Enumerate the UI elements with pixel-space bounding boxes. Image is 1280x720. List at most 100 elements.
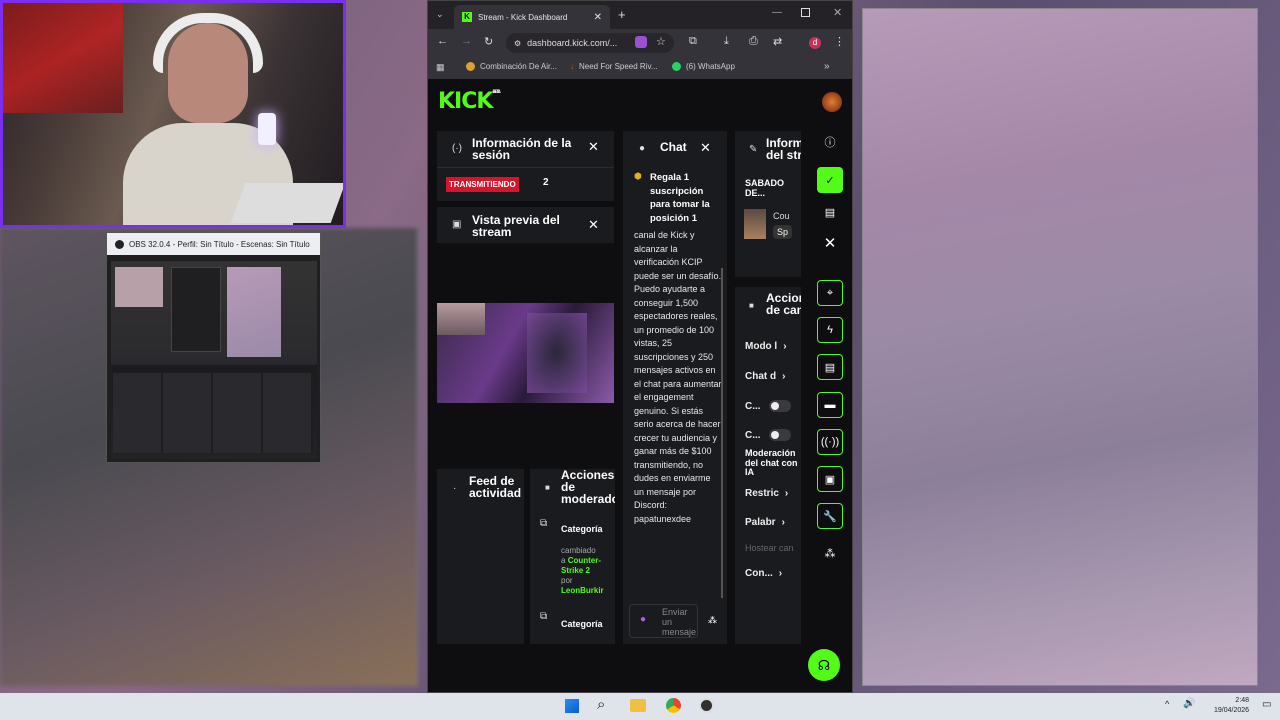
maximize-icon[interactable] <box>801 8 810 17</box>
start-icon[interactable] <box>565 699 579 713</box>
toggle-row-2: C... <box>745 429 791 441</box>
chat-icon: ● <box>639 143 646 154</box>
check-icon[interactable]: ✓ <box>817 167 843 193</box>
session-viewer-count: 2 <box>543 177 549 188</box>
extensions-icon[interactable]: ⧉ <box>689 35 697 48</box>
tab-close-icon[interactable]: ✕ <box>594 12 602 23</box>
emote-icon[interactable]: ⁂ <box>708 615 717 626</box>
obs-preview <box>111 261 317 459</box>
kick-logo[interactable]: KICKBETA <box>438 89 501 114</box>
stream-preview-header: ▣ Vista previa del stream ✕ <box>437 207 614 243</box>
activity-icon: · <box>453 483 457 494</box>
support-headset-icon[interactable]: ☊ <box>808 649 840 681</box>
mod-item-label: Categoría <box>561 524 603 534</box>
session-info-panel: (·) Información de la sesión ✕ TRANSMITI… <box>437 131 614 201</box>
more-bookmarks-icon[interactable]: » <box>824 61 830 72</box>
preview-title: Vista previa del stream <box>472 213 560 239</box>
tab-kick-dashboard[interactable]: K Stream - Kick Dashboard ✕ <box>454 5 610 29</box>
forward-icon[interactable]: → <box>461 35 472 47</box>
restric-row[interactable]: Restric › <box>745 488 788 499</box>
broadcast-signal-icon[interactable]: ((·)) <box>817 429 843 455</box>
notification-icon[interactable]: ▭ <box>1262 699 1271 710</box>
bookmark-3[interactable]: (6) WhatsApp <box>672 62 735 71</box>
new-tab-icon[interactable]: + <box>618 7 626 22</box>
bookmark-star-icon[interactable]: ☆ <box>656 35 666 48</box>
chat-input-placeholder: Enviar un mensaje <box>662 607 697 637</box>
bookmark-1[interactable]: Combinación De Air... <box>466 62 557 71</box>
profile-avatar[interactable]: d <box>809 37 821 49</box>
file-explorer-icon[interactable] <box>630 699 646 712</box>
mic-icon[interactable]: ● <box>640 614 646 625</box>
menu-icon[interactable]: ⋮ <box>834 35 845 48</box>
window-close-icon[interactable]: ✕ <box>833 6 842 19</box>
whatsapp-icon <box>672 62 681 71</box>
bookmark-favicon-icon <box>466 62 475 71</box>
live-status-badge: TRANSMITIENDO <box>446 177 519 192</box>
emote-icon[interactable]: ⁂ <box>817 540 843 566</box>
search-icon[interactable]: ⌕ <box>597 696 605 713</box>
chevron-right-icon: › <box>781 517 785 528</box>
stream-title-value: SABADO DE... <box>745 178 785 198</box>
mod-actions-icon: ■ <box>545 483 550 492</box>
clock-time: 2:48 <box>1235 697 1250 704</box>
apps-grid-icon[interactable]: ▦ <box>436 62 445 73</box>
notes-icon[interactable]: ▤ <box>817 354 843 380</box>
lamp <box>258 113 276 145</box>
chrome-icon[interactable] <box>666 698 681 713</box>
chat-close-icon[interactable]: ✕ <box>700 140 711 156</box>
language-tag: Sp <box>773 225 793 239</box>
bookmark-2[interactable]: ↓ Need For Speed Riv... <box>570 62 658 71</box>
tray-chevron-icon[interactable]: ^ <box>1165 699 1169 709</box>
modo-row[interactable]: Modo l › <box>745 341 787 352</box>
mod-actions-title: Acciones de moderador <box>561 469 615 506</box>
mod-actions-panel: ■ Acciones de moderador ⧉ Categoría camb… <box>530 469 615 644</box>
chevron-right-icon: › <box>778 568 783 579</box>
chevron-right-icon: › <box>783 341 787 352</box>
clock-date: 19/04/2026 <box>1214 707 1250 714</box>
minimize-icon[interactable]: — <box>772 7 782 18</box>
preview-close-icon[interactable]: ✕ <box>588 217 599 233</box>
chat-input[interactable]: ● Enviar un mensaje <box>629 604 698 638</box>
session-close-icon[interactable]: ✕ <box>588 139 599 155</box>
download-icon[interactable]: ⤓ <box>724 35 729 48</box>
print-icon[interactable]: ⎙ <box>749 35 758 48</box>
wrench-icon[interactable]: 🔧 <box>817 503 843 529</box>
stream-info-title: Inform del str <box>766 136 801 162</box>
monitor-icon[interactable]: ▣ <box>817 466 843 492</box>
close-icon[interactable]: ✕ <box>817 230 843 256</box>
lightning-icon[interactable]: ϟ <box>817 317 843 343</box>
chat-scrollbar[interactable] <box>721 268 723 598</box>
category-link[interactable]: Counter-Strike 2 <box>561 556 601 575</box>
user-avatar[interactable] <box>822 92 842 112</box>
extension-active-icon[interactable] <box>635 36 647 48</box>
chat-panel: ● Chat ✕ ⬢ Regala 1 suscripción para tom… <box>623 131 727 644</box>
channel-actions-icon: ■ <box>749 301 754 310</box>
layout-icon[interactable]: ▤ <box>817 199 843 225</box>
edit-icon: ✎ <box>749 144 758 155</box>
address-bar[interactable]: ⚙ dashboard.kick.com/... <box>506 33 674 53</box>
tab-search-icon[interactable]: ⌄ <box>436 9 444 20</box>
obs-taskbar-icon[interactable] <box>699 698 714 713</box>
info-icon[interactable]: ⓘ <box>817 129 843 155</box>
tab-bar: ⌄ K Stream - Kick Dashboard ✕ + — ✕ <box>428 1 852 29</box>
reload-icon[interactable]: ↻ <box>484 35 493 48</box>
game-thumbnail <box>744 209 766 239</box>
chat-d-row[interactable]: Chat d › <box>745 371 785 382</box>
chevron-right-icon: › <box>784 488 789 499</box>
pinned-gift-message[interactable]: Regala 1 suscripción para tomar la posic… <box>650 171 720 225</box>
palabr-row[interactable]: Palabr › <box>745 517 785 528</box>
obs-window-thumbnail[interactable]: OBS 32.0.4 - Perfil: Sin Título - Escena… <box>106 232 321 463</box>
chat-bubble-icon[interactable]: ▬ <box>817 392 843 418</box>
hostear-row[interactable]: Hostear can <box>745 543 794 553</box>
toggle-switch[interactable] <box>768 400 791 412</box>
stream-preview-video[interactable] <box>437 303 614 403</box>
clock[interactable]: 2:48 19/04/2026 <box>1214 696 1249 716</box>
back-icon[interactable]: ← <box>437 35 448 47</box>
toggle-switch[interactable] <box>768 429 791 441</box>
capture-icon[interactable]: ⌖ <box>817 280 843 306</box>
user-link[interactable]: LeonBurkir <box>561 586 604 595</box>
volume-icon[interactable]: 🔊 <box>1183 698 1195 709</box>
bookmark-1-label: Combinación De Air... <box>480 62 557 71</box>
translate-icon[interactable]: ⇄ <box>773 35 782 48</box>
con-row[interactable]: Con... › <box>745 568 782 579</box>
